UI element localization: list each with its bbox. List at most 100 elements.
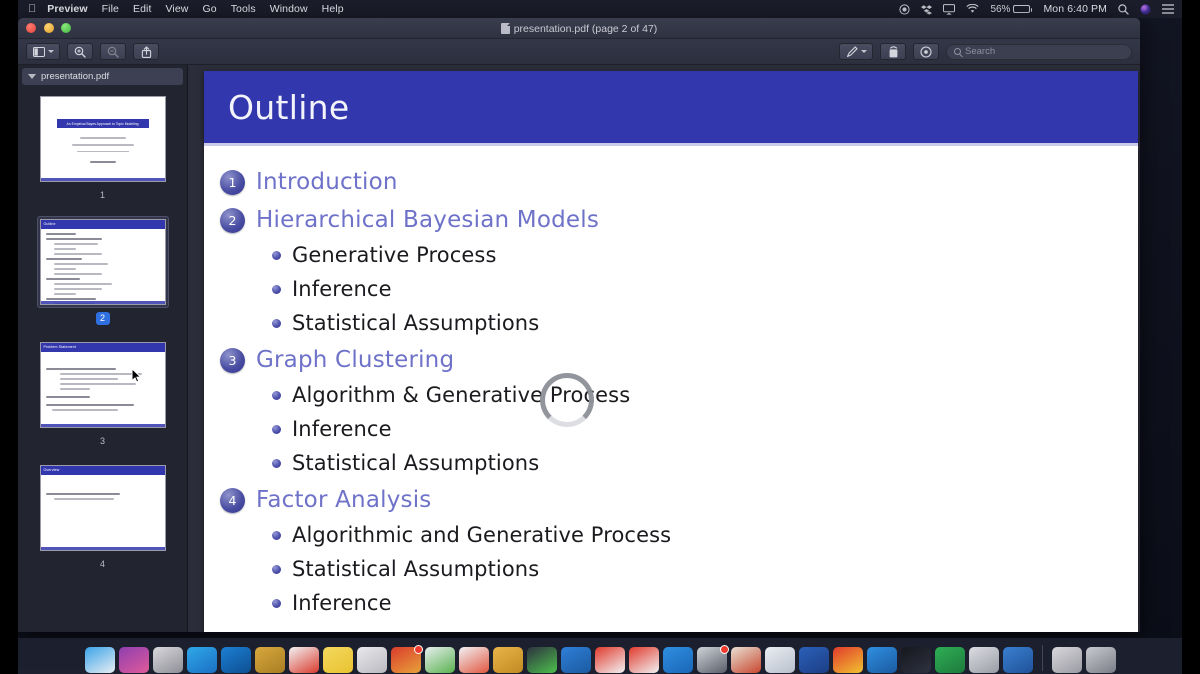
dock-item-chrome[interactable]: [832, 647, 863, 673]
dock-item-siri[interactable]: [118, 647, 149, 673]
menu-item-window[interactable]: Window: [270, 3, 308, 15]
control-center-icon[interactable]: [1162, 4, 1174, 14]
dock-item-weather[interactable]: [764, 647, 795, 673]
thumbnail-page-2[interactable]: Outline: [39, 219, 166, 305]
menu-bar:  Preview File Edit View Go Tools Window…: [18, 0, 1182, 18]
dock-item-downloads-stack[interactable]: [1051, 647, 1082, 673]
thumbnail-item[interactable]: Problem Statement 3: [18, 339, 187, 448]
zoom-button[interactable]: [61, 23, 71, 33]
window-body: presentation.pdf An Empirical Bayes Appr…: [18, 65, 1140, 632]
bullet-icon: [272, 564, 281, 574]
sidebar-toggle-button[interactable]: [26, 43, 60, 60]
bullet-icon: [272, 284, 281, 294]
outline-section-header[interactable]: 4 Factor Analysis: [220, 482, 1138, 518]
dock-item-itunes[interactable]: [220, 647, 251, 673]
thumbnail-frame[interactable]: An Empirical Bayes Approach to Topic Mod…: [37, 93, 169, 185]
zoom-out-button[interactable]: [100, 43, 126, 60]
section-title: Factor Analysis: [256, 487, 432, 513]
apple-logo-icon[interactable]: : [28, 3, 36, 15]
thumbnail-item[interactable]: An Empirical Bayes Approach to Topic Mod…: [18, 93, 187, 202]
thumbnail-item[interactable]: Outline 2: [18, 216, 187, 325]
dock-item-excel[interactable]: [934, 647, 965, 673]
thumbnail-page-1[interactable]: An Empirical Bayes Approach to Topic Mod…: [39, 96, 166, 182]
thumbnail-page-3[interactable]: Problem Statement: [39, 342, 166, 428]
pdf-page[interactable]: Outline 1 Introduction 2 Hierarchical Ba…: [204, 71, 1138, 632]
menu-item-file[interactable]: File: [102, 3, 119, 15]
outline-section-header[interactable]: 2 Hierarchical Bayesian Models: [220, 202, 1138, 238]
airplay-icon[interactable]: [943, 3, 956, 15]
dock-item-disk-utility[interactable]: [696, 645, 729, 673]
menu-bar-clock[interactable]: Mon 6:40 PM: [1043, 3, 1107, 15]
dock-item-mail[interactable]: [288, 647, 319, 673]
dock-item-sketch[interactable]: [866, 647, 897, 673]
section-number-badge: 4: [220, 487, 245, 513]
annotate-button[interactable]: [913, 43, 939, 60]
menu-item-edit[interactable]: Edit: [133, 3, 152, 15]
thumbnail-sidebar[interactable]: presentation.pdf An Empirical Bayes Appr…: [18, 65, 188, 632]
dock-item-system-preferences[interactable]: [1002, 647, 1033, 673]
dock-item-files[interactable]: [492, 647, 523, 673]
zoom-in-icon: [74, 46, 86, 58]
dock-item-terminal[interactable]: [900, 647, 931, 673]
menu-item-go[interactable]: Go: [202, 3, 216, 15]
dock-item-preview[interactable]: [968, 647, 999, 673]
thumbnail-page-number: 3: [99, 436, 105, 446]
sub-item-label: Statistical Assumptions: [292, 557, 540, 581]
siri-icon[interactable]: [1140, 4, 1151, 15]
pdf-viewer[interactable]: Outline 1 Introduction 2 Hierarchical Ba…: [188, 65, 1140, 632]
dock-item-trash[interactable]: [1085, 647, 1116, 673]
document-icon: [500, 23, 510, 34]
dock-item-news[interactable]: [730, 647, 761, 673]
dock-item-numbers[interactable]: [424, 647, 455, 673]
zoom-in-button[interactable]: [67, 43, 93, 60]
dropbox-icon[interactable]: [921, 4, 933, 15]
share-button[interactable]: [133, 43, 159, 60]
thumbnail-frame[interactable]: Overview: [37, 462, 169, 554]
dock-item-keynote[interactable]: [560, 647, 591, 673]
menu-item-view[interactable]: View: [165, 3, 188, 15]
dock-item-photos[interactable]: [458, 647, 489, 673]
minimize-button[interactable]: [43, 23, 54, 33]
outline-section-header[interactable]: 3 Graph Clustering: [220, 342, 1138, 378]
sub-item-label: Statistical Assumptions: [292, 311, 540, 335]
screen-record-icon[interactable]: [899, 3, 911, 15]
window-title-bar[interactable]: presentation.pdf (page 2 of 47): [18, 18, 1140, 39]
wifi-icon[interactable]: [966, 4, 980, 14]
dock-item-blocker[interactable]: [594, 647, 625, 673]
close-button[interactable]: [26, 23, 36, 33]
dock-item-launchpad[interactable]: [152, 647, 183, 673]
thumbnail-item[interactable]: Overview 4: [18, 462, 187, 571]
markup-button[interactable]: [839, 43, 873, 60]
search-field[interactable]: Search: [946, 43, 1132, 60]
menu-item-preview[interactable]: Preview: [47, 3, 87, 15]
dock-item-activity-monitor[interactable]: [526, 647, 557, 673]
dock-item-notes[interactable]: [322, 647, 353, 673]
dock-item-maps[interactable]: [390, 645, 423, 673]
sub-item-label: Inference: [292, 417, 392, 441]
dock-item-safari[interactable]: [186, 647, 217, 673]
menu-item-help[interactable]: Help: [322, 3, 344, 15]
dock-item-folder[interactable]: [254, 647, 285, 673]
disclosure-triangle-icon[interactable]: [28, 74, 36, 79]
battery-indicator[interactable]: 56%: [990, 4, 1033, 15]
chevron-down-icon: [47, 50, 54, 53]
dock-item-pages[interactable]: [356, 647, 387, 673]
thumbnail-frame-selected[interactable]: Outline: [36, 216, 169, 308]
outline-section-header[interactable]: 1 Introduction: [220, 164, 1138, 200]
dock-item-finder[interactable]: [84, 647, 115, 673]
rotate-button[interactable]: [880, 43, 906, 60]
dock-item-blocker-alt[interactable]: [628, 647, 659, 673]
window-title: presentation.pdf (page 2 of 47): [513, 22, 658, 35]
dock-item-appstore[interactable]: [662, 647, 693, 673]
thumbnail-frame[interactable]: Problem Statement: [37, 339, 169, 431]
dock-item-word[interactable]: [798, 647, 829, 673]
search-icon: [954, 48, 961, 55]
menu-item-tools[interactable]: Tools: [231, 3, 256, 15]
screen:  Preview File Edit View Go Tools Window…: [0, 0, 1200, 674]
sub-item-label: Inference: [292, 591, 392, 615]
thumbnail-page-4[interactable]: Overview: [39, 465, 166, 551]
search-icon[interactable]: [1118, 3, 1129, 15]
rotate-icon: [889, 45, 897, 57]
sidebar-header[interactable]: presentation.pdf: [22, 68, 183, 85]
thumbnail-page-number-selected: 2: [95, 312, 110, 325]
